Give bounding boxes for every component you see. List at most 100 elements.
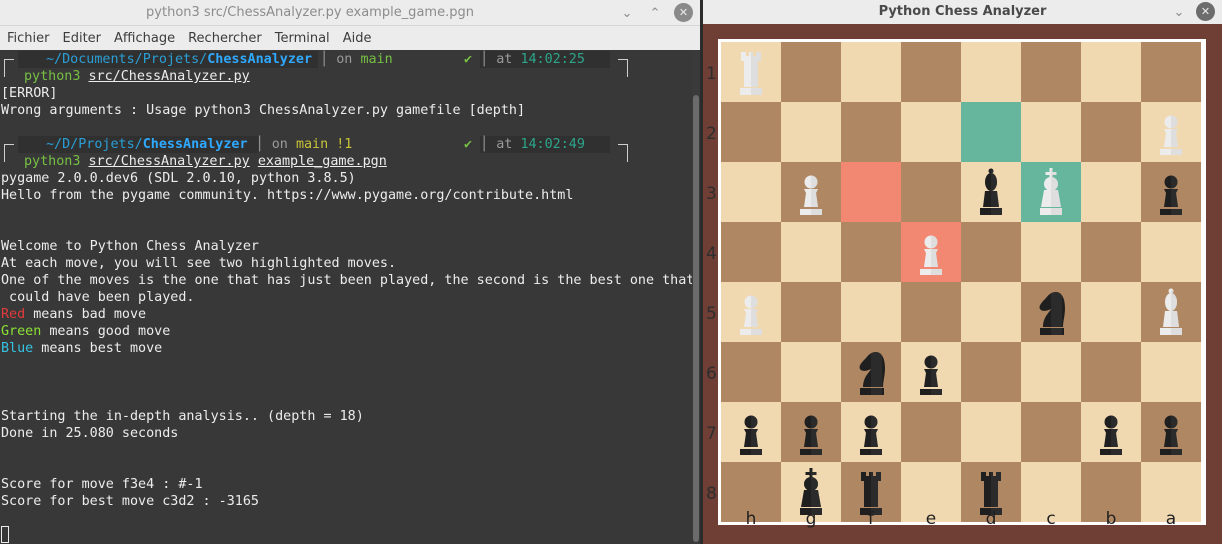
white-pawn-icon[interactable] (1151, 104, 1191, 160)
black-knight-icon[interactable] (851, 344, 891, 400)
square-d5[interactable] (961, 282, 1021, 342)
square-h7[interactable] (721, 402, 781, 462)
black-pawn-icon[interactable] (731, 404, 771, 460)
square-c7[interactable] (1021, 402, 1081, 462)
white-king-icon[interactable] (1031, 164, 1071, 220)
square-b2[interactable] (1081, 102, 1141, 162)
square-b7[interactable] (1081, 402, 1141, 462)
square-g5[interactable] (781, 282, 841, 342)
square-h4[interactable] (721, 222, 781, 282)
square-d3[interactable] (961, 162, 1021, 222)
white-pawn-icon[interactable] (731, 284, 771, 340)
square-f7[interactable] (841, 402, 901, 462)
square-a7[interactable] (1141, 402, 1201, 462)
square-d7[interactable] (961, 402, 1021, 462)
square-d1[interactable] (961, 42, 1021, 102)
close-icon[interactable]: ✕ (674, 3, 693, 22)
square-d4[interactable] (961, 222, 1021, 282)
square-a6[interactable] (1141, 342, 1201, 402)
square-g6[interactable] (781, 342, 841, 402)
terminal-titlebar[interactable]: python3 src/ChessAnalyzer.py example_gam… (0, 0, 700, 26)
square-e6[interactable] (901, 342, 961, 402)
square-b4[interactable] (1081, 222, 1141, 282)
output-line: could have been played. (1, 290, 195, 305)
prompt-path: ~/Documents/Projets/ (46, 52, 208, 67)
square-e1[interactable] (901, 42, 961, 102)
square-b5[interactable] (1081, 282, 1141, 342)
square-e4[interactable] (901, 222, 961, 282)
prompt-bracket-right (618, 144, 628, 162)
menu-terminal[interactable]: Terminal (275, 31, 330, 46)
black-bishop-icon[interactable] (971, 164, 1011, 220)
white-bishop-icon[interactable] (1151, 284, 1191, 340)
square-c1[interactable] (1021, 42, 1081, 102)
square-e2[interactable] (901, 102, 961, 162)
square-f6[interactable] (841, 342, 901, 402)
black-pawn-icon[interactable] (851, 404, 891, 460)
white-pawn-icon[interactable] (911, 224, 951, 280)
square-h1[interactable] (721, 42, 781, 102)
minimize-icon[interactable]: ⌄ (617, 3, 637, 23)
square-c2[interactable] (1021, 102, 1081, 162)
minimize-icon[interactable]: ⌄ (1169, 2, 1189, 22)
chess-titlebar[interactable]: Python Chess Analyzer ⌄ ✕ (703, 0, 1222, 24)
menu-aide[interactable]: Aide (343, 31, 372, 46)
square-f5[interactable] (841, 282, 901, 342)
white-pawn-icon[interactable] (791, 164, 831, 220)
square-b6[interactable] (1081, 342, 1141, 402)
white-rook-icon[interactable] (731, 44, 771, 100)
square-c6[interactable] (1021, 342, 1081, 402)
square-h3[interactable] (721, 162, 781, 222)
menu-affichage[interactable]: Affichage (114, 31, 175, 46)
square-g2[interactable] (781, 102, 841, 162)
legend-line-red: Red means bad move (1, 307, 147, 322)
square-g4[interactable] (781, 222, 841, 282)
square-f1[interactable] (841, 42, 901, 102)
chess-board[interactable] (721, 42, 1201, 522)
square-b3[interactable] (1081, 162, 1141, 222)
file-label: d (985, 509, 997, 529)
square-c4[interactable] (1021, 222, 1081, 282)
legend-line-blue: Blue means best move (1, 341, 163, 356)
square-g7[interactable] (781, 402, 841, 462)
command-arg: src/ChessAnalyzer.py (88, 69, 250, 84)
square-e5[interactable] (901, 282, 961, 342)
terminal-output[interactable]: ~/Documents/Projets/ChessAnalyzer │ on m… (0, 50, 692, 544)
square-h5[interactable] (721, 282, 781, 342)
black-pawn-icon[interactable] (1091, 404, 1131, 460)
file-label: f (868, 509, 874, 529)
maximize-icon[interactable]: ⌃ (645, 3, 665, 23)
square-g1[interactable] (781, 42, 841, 102)
check-icon: ✔ (464, 52, 473, 67)
black-pawn-icon[interactable] (791, 404, 831, 460)
black-knight-icon[interactable] (1031, 284, 1071, 340)
square-e3[interactable] (901, 162, 961, 222)
black-pawn-icon[interactable] (911, 344, 951, 400)
terminal-scrollbar[interactable] (692, 50, 700, 544)
square-f2[interactable] (841, 102, 901, 162)
square-d2[interactable] (961, 102, 1021, 162)
square-b1[interactable] (1081, 42, 1141, 102)
menu-editer[interactable]: Editer (63, 31, 102, 46)
square-g3[interactable] (781, 162, 841, 222)
square-e7[interactable] (901, 402, 961, 462)
square-c5[interactable] (1021, 282, 1081, 342)
square-f3[interactable] (841, 162, 901, 222)
square-a3[interactable] (1141, 162, 1201, 222)
black-pawn-icon[interactable] (1151, 164, 1191, 220)
square-f4[interactable] (841, 222, 901, 282)
square-h2[interactable] (721, 102, 781, 162)
square-h6[interactable] (721, 342, 781, 402)
square-c3[interactable] (1021, 162, 1081, 222)
rank-label: 4 (706, 244, 717, 264)
square-a1[interactable] (1141, 42, 1201, 102)
square-a4[interactable] (1141, 222, 1201, 282)
square-a2[interactable] (1141, 102, 1201, 162)
black-pawn-icon[interactable] (1151, 404, 1191, 460)
menu-rechercher[interactable]: Rechercher (188, 31, 262, 46)
square-a5[interactable] (1141, 282, 1201, 342)
menu-fichier[interactable]: Fichier (7, 31, 50, 46)
close-icon[interactable]: ✕ (1196, 2, 1215, 21)
scrollbar-thumb[interactable] (693, 95, 699, 542)
square-d6[interactable] (961, 342, 1021, 402)
